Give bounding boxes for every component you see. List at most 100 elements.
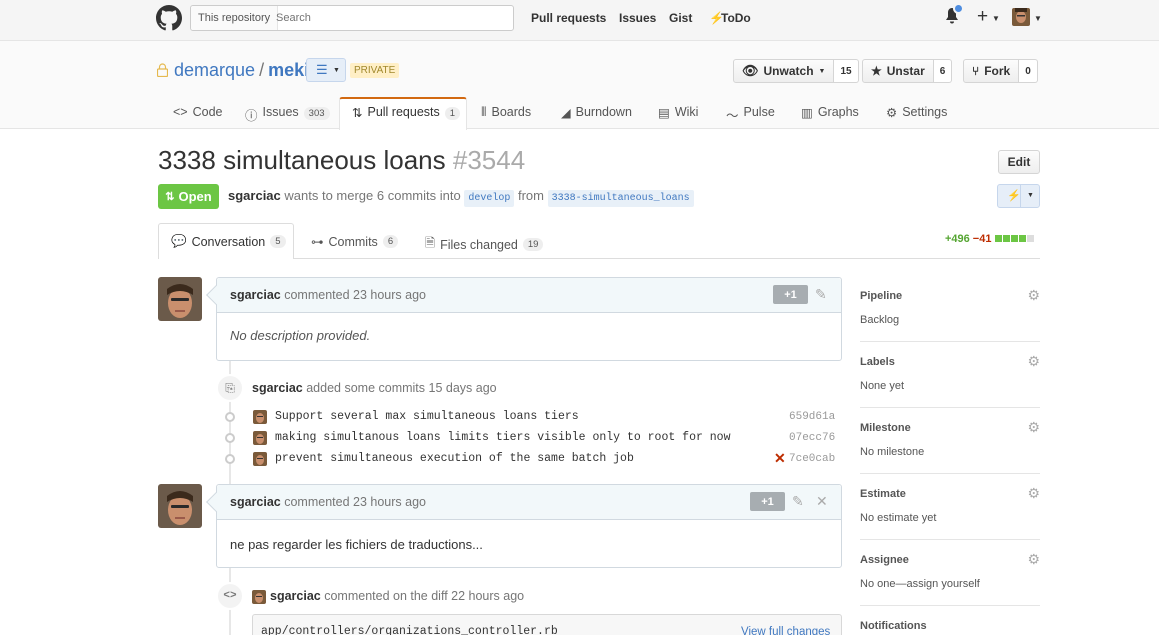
watch-count[interactable]: 15 <box>834 59 859 83</box>
unwatch-button[interactable]: 👁 Unwatch ▼ <box>733 59 835 83</box>
tab-code[interactable]: <> Code <box>173 105 223 129</box>
close-icon[interactable]: ✕ <box>816 493 828 510</box>
sidebar-title[interactable]: Labels <box>860 356 1040 368</box>
tab-pull-requests[interactable]: ⇅ Pull requests 1 <box>352 105 461 129</box>
gear-icon[interactable]: ⚙ <box>1027 287 1040 304</box>
assign-yourself-link[interactable]: No one—assign yourself <box>860 578 1040 590</box>
commit-author-avatar[interactable] <box>253 431 267 445</box>
zenhub-action-button[interactable]: ⚡ ▼ <box>997 184 1040 208</box>
author-avatar[interactable] <box>158 484 202 528</box>
view-full-changes-link[interactable]: View full changes <box>741 626 830 635</box>
sidebar-title[interactable]: Estimate <box>860 488 1040 500</box>
comment-body: ne pas regarder les fichiers de traducti… <box>230 537 483 552</box>
tab-wiki[interactable]: ▤ Wiki <box>658 105 698 129</box>
gear-icon[interactable]: ⚙ <box>1027 419 1040 436</box>
tab-boards[interactable]: ⦀ Boards <box>481 105 531 129</box>
head-branch[interactable]: 3338-simultaneous_loans <box>547 190 694 207</box>
commit-sha-link[interactable]: 07ecc76 <box>789 432 835 444</box>
tab-label: Graphs <box>817 105 859 119</box>
gear-icon[interactable]: ⚙ <box>1027 485 1040 502</box>
sidebar-estimate: Estimate ⚙ No estimate yet <box>860 485 1040 524</box>
repo-name-link[interactable]: meki <box>268 60 309 80</box>
tab-label: Commits <box>328 234 378 249</box>
diff-file-path[interactable]: app/controllers/organizations_controller… <box>261 625 558 635</box>
tab-label: Pulse <box>743 105 775 119</box>
repo-owner-link[interactable]: demarque <box>174 60 255 80</box>
pulse-icon: 〜 <box>726 109 739 123</box>
private-badge: PRIVATE <box>350 63 400 78</box>
author-avatar[interactable] <box>158 277 202 321</box>
gear-icon[interactable]: ⚙ <box>1027 353 1040 370</box>
issues-count: 303 <box>303 107 330 120</box>
commit-message-link[interactable]: prevent simultaneous execution of the sa… <box>275 452 634 465</box>
comment-timestamp[interactable]: commented 23 hours ago <box>284 288 426 302</box>
github-logo-icon[interactable] <box>156 5 182 31</box>
commenter-avatar[interactable] <box>252 590 266 604</box>
tab-settings[interactable]: ⚙ Settings <box>886 105 947 129</box>
tab-pulse[interactable]: 〜 Pulse <box>726 105 775 129</box>
nav-todo[interactable]: ToDo <box>721 11 751 25</box>
tab-burndown[interactable]: ◢ Burndown <box>561 105 632 129</box>
sidebar-title[interactable]: Milestone <box>860 422 1040 434</box>
user-avatar[interactable] <box>1012 8 1030 26</box>
build-failed-x-icon[interactable]: ✕ <box>774 450 786 467</box>
tab-files-changed[interactable]: 🗎 Files changed 19 <box>425 234 544 255</box>
comment-pointer <box>206 285 226 305</box>
edit-title-button[interactable]: Edit <box>998 150 1040 174</box>
tab-issues[interactable]: ⓘ Issues 303 <box>245 105 330 129</box>
commit-sha-link[interactable]: 659d61a <box>789 411 835 423</box>
search-scope-label: This repository <box>191 6 279 30</box>
base-branch[interactable]: develop <box>464 190 515 207</box>
search-input[interactable] <box>276 8 506 27</box>
watch-button-group: 👁 Unwatch ▼ 15 <box>733 59 859 83</box>
nav-issues[interactable]: Issues <box>619 11 656 25</box>
tab-label: Issues <box>262 105 299 119</box>
pr-author-link[interactable]: sgarciac <box>228 188 281 203</box>
additions-count: +496 <box>945 233 970 245</box>
unstar-button[interactable]: ★ Unstar <box>862 59 934 83</box>
chevron-down-icon[interactable]: ▼ <box>1034 14 1042 23</box>
comment-author-link[interactable]: sgarciac <box>230 288 281 302</box>
tab-conversation[interactable]: 💬 Conversation 5 <box>171 234 286 249</box>
commit-author-avatar[interactable] <box>253 452 267 466</box>
repo-list-menu-button[interactable]: ☰ ▼ <box>306 58 346 82</box>
fork-button[interactable]: ⑂ Fork <box>963 59 1020 83</box>
tab-label: Burndown <box>575 105 632 119</box>
sidebar-value: None yet <box>860 380 905 392</box>
event-author-link[interactable]: sgarciac <box>270 589 321 603</box>
commit-author-avatar[interactable] <box>253 410 267 424</box>
event-text[interactable]: commented on the diff 22 hours ago <box>324 589 524 603</box>
tab-commits[interactable]: ⊶ Commits 6 <box>311 234 399 249</box>
nav-pull-requests[interactable]: Pull requests <box>531 11 606 25</box>
commit-message-link[interactable]: Support several max simultaneous loans t… <box>275 410 579 423</box>
commit-sha-link[interactable]: 7ce0cab <box>789 453 835 465</box>
fork-button-group: ⑂ Fork 0 <box>963 59 1038 83</box>
commit-dot <box>225 412 235 422</box>
pencil-icon[interactable]: ✎ <box>815 286 827 303</box>
diff-comment-event-line: sgarciac commented on the diff 22 hours … <box>270 589 524 603</box>
repo-separator: / <box>259 60 265 80</box>
chevron-down-icon[interactable]: ▼ <box>992 14 1000 23</box>
event-author-link[interactable]: sgarciac <box>252 381 303 395</box>
sidebar-divider <box>860 605 1040 606</box>
plus-one-button[interactable]: +1 <box>773 285 808 304</box>
tab-graphs[interactable]: ▥ Graphs <box>801 105 859 129</box>
search-box[interactable]: This repository <box>190 5 514 31</box>
sidebar-title[interactable]: Assignee <box>860 554 1040 566</box>
plus-icon[interactable]: + <box>977 6 988 28</box>
tab-label: Wiki <box>674 105 699 119</box>
comment-author-link[interactable]: sgarciac <box>230 495 281 509</box>
gear-icon[interactable]: ⚙ <box>1027 551 1040 568</box>
chevron-down-icon: ▼ <box>333 67 340 74</box>
star-count[interactable]: 6 <box>933 59 953 83</box>
issue-icon: ⓘ <box>245 109 258 123</box>
comment-timestamp[interactable]: commented 23 hours ago <box>284 495 426 509</box>
comment-body: No description provided. <box>230 328 371 343</box>
commits-count: 6 <box>382 235 399 248</box>
pencil-icon[interactable]: ✎ <box>792 493 804 510</box>
commit-message-link[interactable]: making simultanous loans limits tiers vi… <box>275 431 730 444</box>
nav-gist[interactable]: Gist <box>669 11 692 25</box>
sidebar-title[interactable]: Pipeline <box>860 290 1040 302</box>
fork-count[interactable]: 0 <box>1019 59 1038 83</box>
plus-one-button[interactable]: +1 <box>750 492 785 511</box>
